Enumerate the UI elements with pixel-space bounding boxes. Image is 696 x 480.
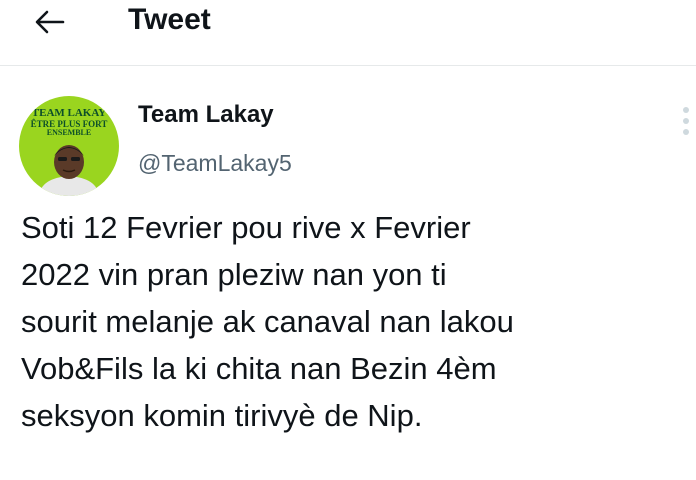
tweet-detail: TEAM LAKAY ÊTRE PLUS FORT ENSEMBLE Team … bbox=[0, 66, 696, 480]
back-button[interactable] bbox=[28, 4, 72, 40]
top-bar: Tweet bbox=[0, 0, 696, 66]
avatar[interactable]: TEAM LAKAY ÊTRE PLUS FORT ENSEMBLE bbox=[19, 96, 119, 196]
arrow-left-icon bbox=[35, 10, 65, 34]
user-handle[interactable]: @TeamLakay5 bbox=[138, 148, 292, 178]
tweet-text: Soti 12 Fevrier pou rive x Fevrier 2022 … bbox=[21, 210, 514, 433]
more-vertical-icon bbox=[683, 107, 689, 135]
display-name[interactable]: Team Lakay bbox=[138, 100, 274, 130]
page-title: Tweet bbox=[128, 3, 211, 36]
more-options-button[interactable] bbox=[676, 102, 696, 142]
avatar-photo bbox=[39, 145, 99, 196]
